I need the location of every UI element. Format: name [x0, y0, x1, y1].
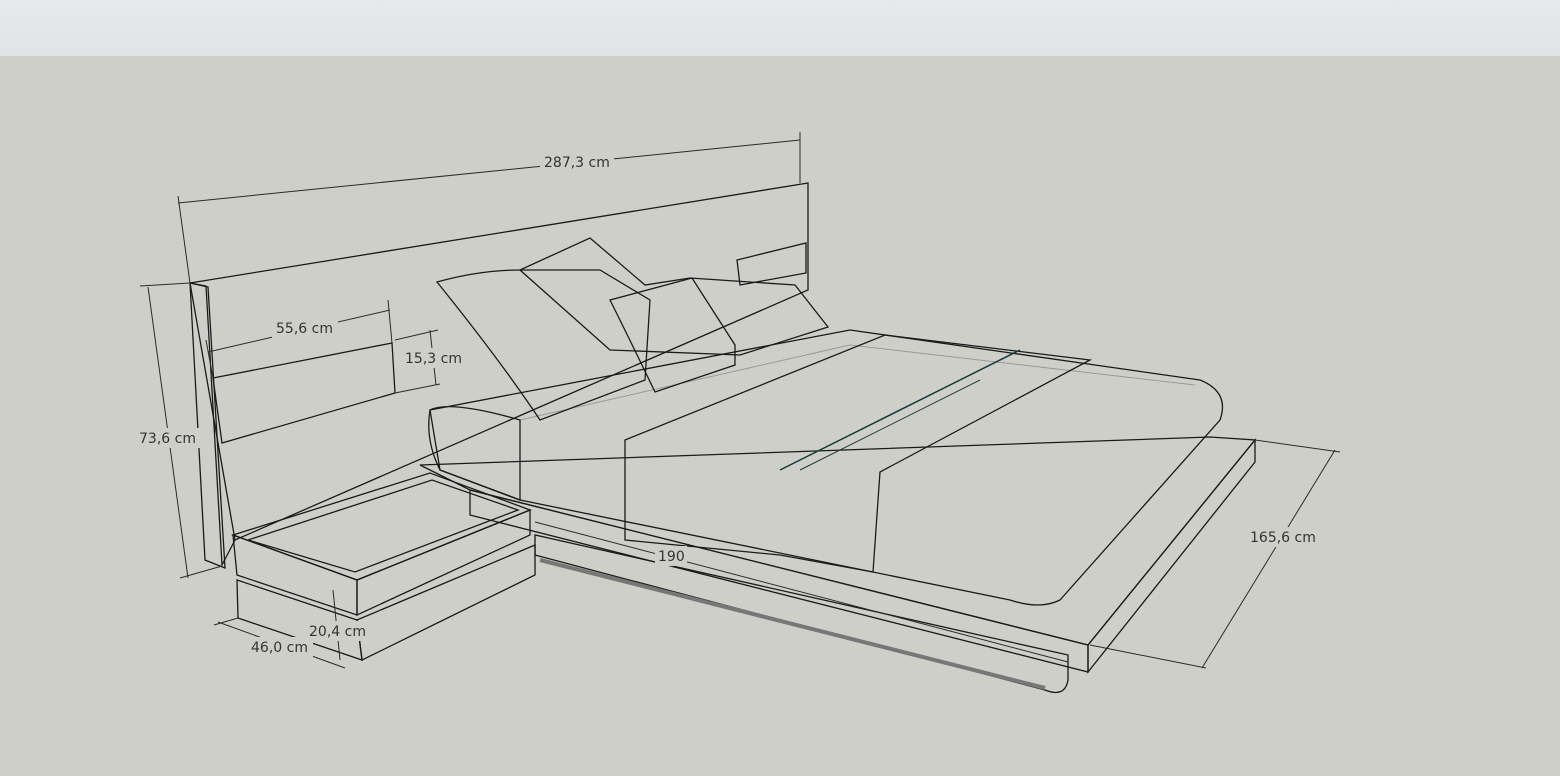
- dim-panel-height[interactable]: 15,3 cm: [394, 329, 468, 394]
- headboard-panel-left[interactable]: [212, 342, 396, 444]
- dim-bed-width-label: 165,6 cm: [1250, 530, 1316, 546]
- dim-headboard-width-label: 287,3 cm: [544, 155, 610, 171]
- dim-headboard-height-label: 73,6 cm: [139, 431, 196, 447]
- dim-panel-width[interactable]: 55,6 cm: [205, 299, 393, 379]
- headboard-panel-right[interactable]: [736, 242, 807, 286]
- model-viewport[interactable]: 287,3 cm 73,6 cm 55,6 cm 15,3 cm 190 165: [0, 0, 1560, 776]
- dim-nightstand-height-label: 20,4 cm: [309, 624, 366, 640]
- dim-bed-width[interactable]: 165,6 cm: [1089, 439, 1341, 669]
- dim-panel-height-label: 15,3 cm: [405, 351, 462, 367]
- dim-panel-width-label: 55,6 cm: [276, 321, 333, 337]
- dim-bed-length[interactable]: 190: [534, 521, 1069, 663]
- dim-nightstand-depth-label: 46,0 cm: [251, 640, 308, 656]
- pillow-back[interactable]: [518, 237, 830, 356]
- blanket[interactable]: [624, 334, 1093, 573]
- dim-bed-length-label: 190: [658, 549, 685, 565]
- dim-headboard-width[interactable]: 287,3 cm: [177, 132, 801, 284]
- nightstand[interactable]: [230, 472, 536, 661]
